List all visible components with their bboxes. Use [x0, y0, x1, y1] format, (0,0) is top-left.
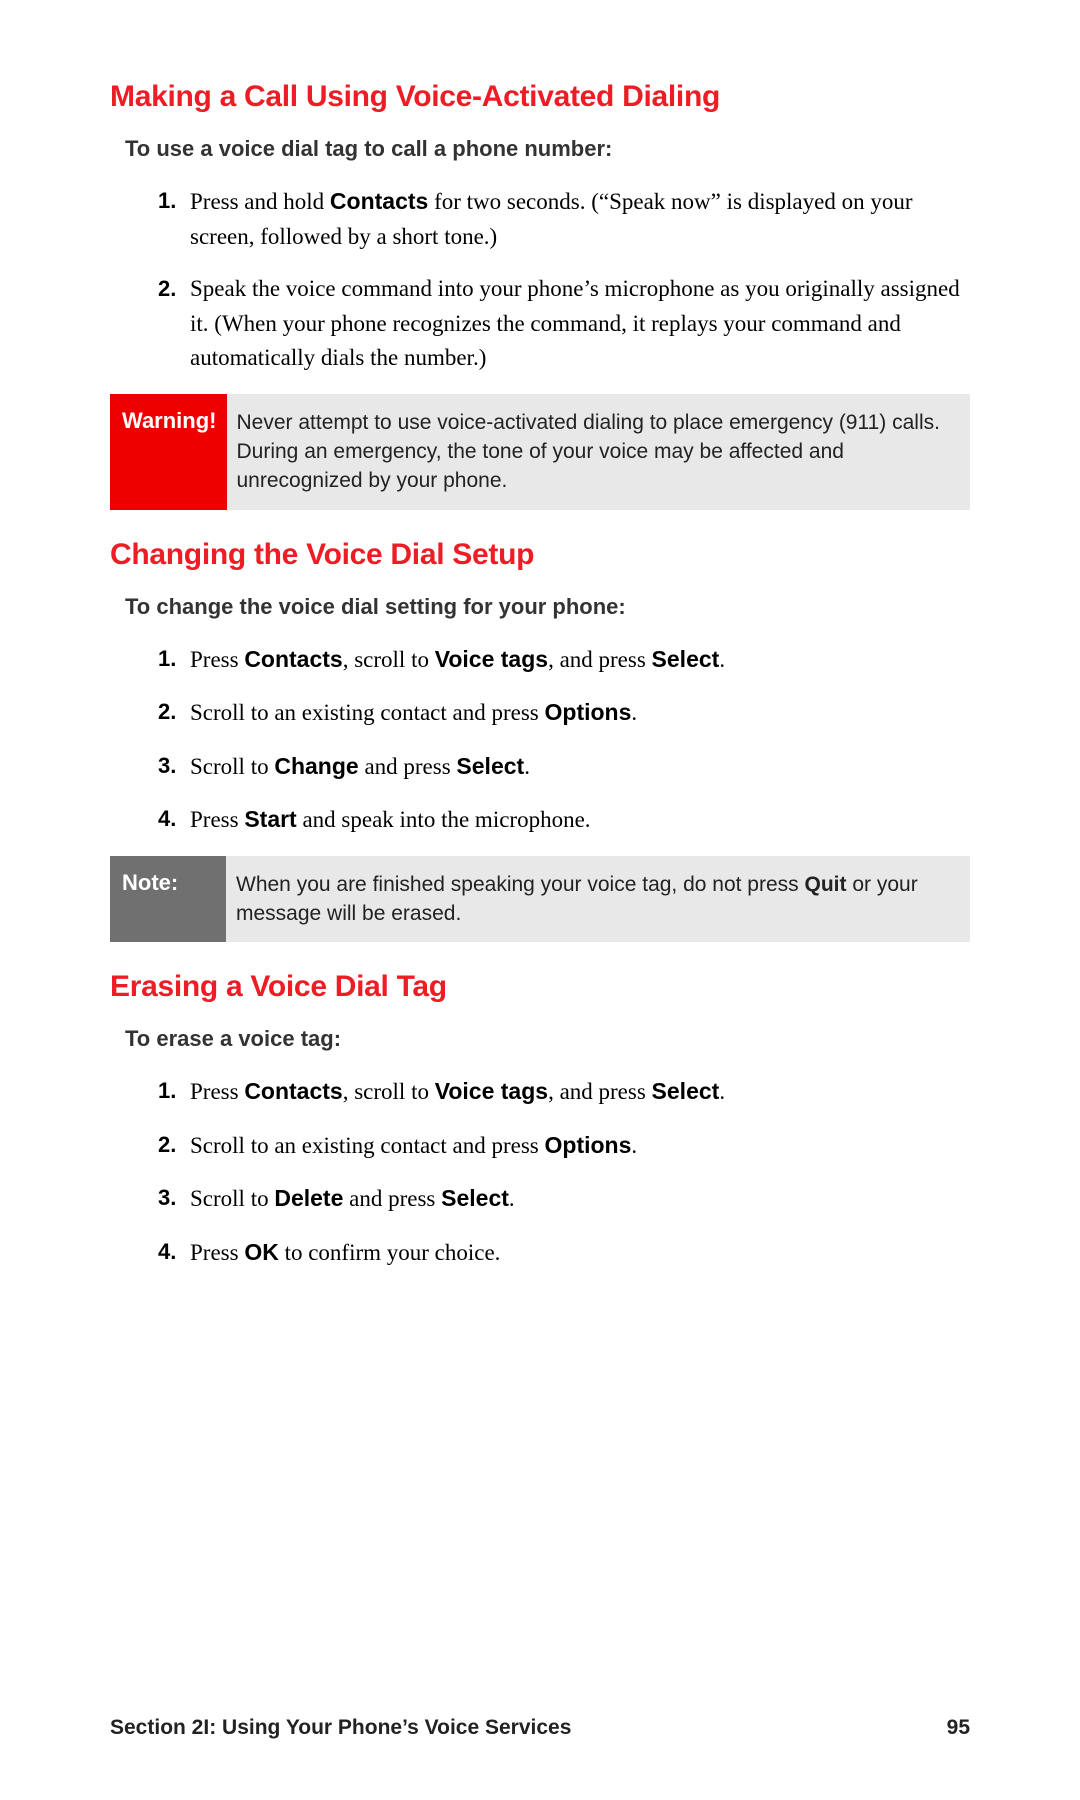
warning-label: Warning!	[110, 394, 227, 510]
steps-voice-dial-call: 1. Press and hold Contacts for two secon…	[158, 184, 970, 376]
page-content: Making a Call Using Voice-Activated Dial…	[110, 80, 970, 1270]
step-text: Press Contacts, scroll to Voice tags, an…	[190, 1079, 725, 1104]
step-number: 4.	[158, 1235, 176, 1268]
heading-erasing-voice-dial-tag: Erasing a Voice Dial Tag	[110, 970, 970, 1004]
step-text: Press Contacts, scroll to Voice tags, an…	[190, 647, 725, 672]
step-item: 4. Press OK to confirm your choice.	[158, 1235, 970, 1271]
footer-section-label: Section 2I: Using Your Phone’s Voice Ser…	[110, 1716, 571, 1740]
step-text: Speak the voice command into your phone’…	[190, 276, 960, 370]
intro-voice-dial-call: To use a voice dial tag to call a phone …	[125, 136, 970, 162]
step-text: Scroll to Change and press Select.	[190, 754, 530, 779]
step-text: Press Start and speak into the microphon…	[190, 807, 591, 832]
step-number: 1.	[158, 184, 176, 217]
step-item: 3. Scroll to Change and press Select.	[158, 749, 970, 785]
intro-erase-voice-tag: To erase a voice tag:	[125, 1026, 970, 1052]
step-number: 2.	[158, 695, 176, 728]
page-footer: Section 2I: Using Your Phone’s Voice Ser…	[110, 1716, 970, 1740]
step-item: 1. Press and hold Contacts for two secon…	[158, 184, 970, 254]
note-callout: Note: When you are finished speaking you…	[110, 856, 970, 943]
step-item: 2. Speak the voice command into your pho…	[158, 272, 970, 376]
step-text: Press OK to confirm your choice.	[190, 1240, 500, 1265]
step-number: 3.	[158, 749, 176, 782]
step-item: 1. Press Contacts, scroll to Voice tags,…	[158, 1074, 970, 1110]
heading-voice-activated-dialing: Making a Call Using Voice-Activated Dial…	[110, 80, 970, 114]
steps-erase-voice-tag: 1. Press Contacts, scroll to Voice tags,…	[158, 1074, 970, 1270]
step-number: 2.	[158, 1128, 176, 1161]
warning-callout: Warning! Never attempt to use voice-acti…	[110, 394, 970, 510]
step-item: 3. Scroll to Delete and press Select.	[158, 1181, 970, 1217]
step-item: 1. Press Contacts, scroll to Voice tags,…	[158, 642, 970, 678]
step-number: 3.	[158, 1181, 176, 1214]
step-item: 4. Press Start and speak into the microp…	[158, 802, 970, 838]
step-text: Scroll to an existing contact and press …	[190, 700, 637, 725]
warning-body: Never attempt to use voice-activated dia…	[227, 394, 971, 510]
step-number: 1.	[158, 1074, 176, 1107]
heading-changing-voice-dial: Changing the Voice Dial Setup	[110, 538, 970, 572]
note-body: When you are finished speaking your voic…	[226, 856, 970, 943]
steps-change-voice-dial: 1. Press Contacts, scroll to Voice tags,…	[158, 642, 970, 838]
step-number: 2.	[158, 272, 176, 305]
step-number: 1.	[158, 642, 176, 675]
step-text: Scroll to an existing contact and press …	[190, 1133, 637, 1158]
step-text: Scroll to Delete and press Select.	[190, 1186, 515, 1211]
note-label: Note:	[110, 856, 226, 943]
intro-change-voice-dial: To change the voice dial setting for you…	[125, 594, 970, 620]
footer-page-number: 95	[947, 1716, 970, 1740]
step-item: 2. Scroll to an existing contact and pre…	[158, 695, 970, 731]
step-number: 4.	[158, 802, 176, 835]
step-item: 2. Scroll to an existing contact and pre…	[158, 1128, 970, 1164]
step-text: Press and hold Contacts for two seconds.…	[190, 189, 913, 249]
